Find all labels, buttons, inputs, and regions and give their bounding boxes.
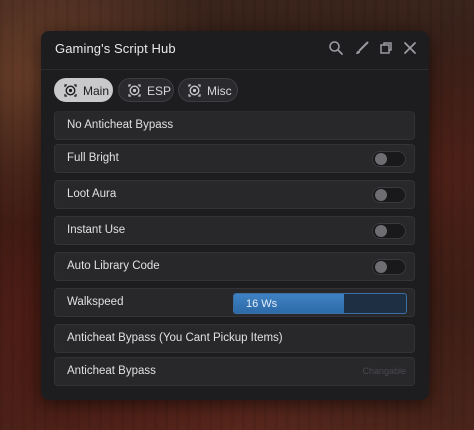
slider-value: 16 Ws <box>246 298 278 310</box>
tab-main-label: Main <box>83 84 110 98</box>
tab-esp[interactable]: ESP <box>118 78 174 102</box>
loot-aura-toggle[interactable] <box>372 187 406 203</box>
minimize-icon[interactable] <box>378 40 394 56</box>
auto-library-code-toggle[interactable] <box>372 259 406 275</box>
walkspeed-row: Walkspeed 16 Ws <box>54 288 415 317</box>
tab-main[interactable]: Main <box>54 78 113 102</box>
full-bright-toggle[interactable] <box>372 151 406 167</box>
row-label: Full Bright <box>67 152 119 164</box>
changable-hint: Changable <box>362 366 406 376</box>
toggle-knob <box>375 261 387 273</box>
no-anticheat-bypass-button[interactable]: No Anticheat Bypass <box>54 111 415 140</box>
auto-library-code-row: Auto Library Code <box>54 252 415 281</box>
target-icon <box>128 84 141 97</box>
titlebar[interactable]: Gaming's Script Hub <box>41 31 429 67</box>
loot-aura-row: Loot Aura <box>54 180 415 209</box>
tab-misc-label: Misc <box>207 84 232 98</box>
search-icon[interactable] <box>328 40 344 56</box>
toggle-knob <box>375 189 387 201</box>
anticheat-bypass-row[interactable]: Anticheat Bypass Changable <box>54 357 415 386</box>
script-hub-window: Gaming's Script Hub Main ESP Misc No Ant… <box>41 31 429 400</box>
full-bright-row: Full Bright <box>54 144 415 173</box>
brush-icon[interactable] <box>354 40 370 56</box>
row-label: Anticheat Bypass (You Cant Pickup Items) <box>67 332 283 344</box>
row-label: Anticheat Bypass <box>67 365 156 377</box>
row-label: Walkspeed <box>67 296 124 308</box>
window-title: Gaming's Script Hub <box>55 41 176 56</box>
row-label: Loot Aura <box>67 188 117 200</box>
titlebar-divider <box>41 69 429 70</box>
target-icon <box>64 84 77 97</box>
instant-use-toggle[interactable] <box>372 223 406 239</box>
toggle-knob <box>375 225 387 237</box>
instant-use-row: Instant Use <box>54 216 415 245</box>
close-icon[interactable] <box>402 40 418 56</box>
row-label: No Anticheat Bypass <box>67 119 174 131</box>
toggle-knob <box>375 153 387 165</box>
row-label: Auto Library Code <box>67 260 160 272</box>
tab-misc[interactable]: Misc <box>178 78 238 102</box>
walkspeed-slider[interactable]: 16 Ws <box>233 293 407 314</box>
anticheat-bypass-pickup-button[interactable]: Anticheat Bypass (You Cant Pickup Items) <box>54 324 415 353</box>
tab-esp-label: ESP <box>147 84 172 98</box>
row-label: Instant Use <box>67 224 126 236</box>
target-icon <box>188 84 201 97</box>
